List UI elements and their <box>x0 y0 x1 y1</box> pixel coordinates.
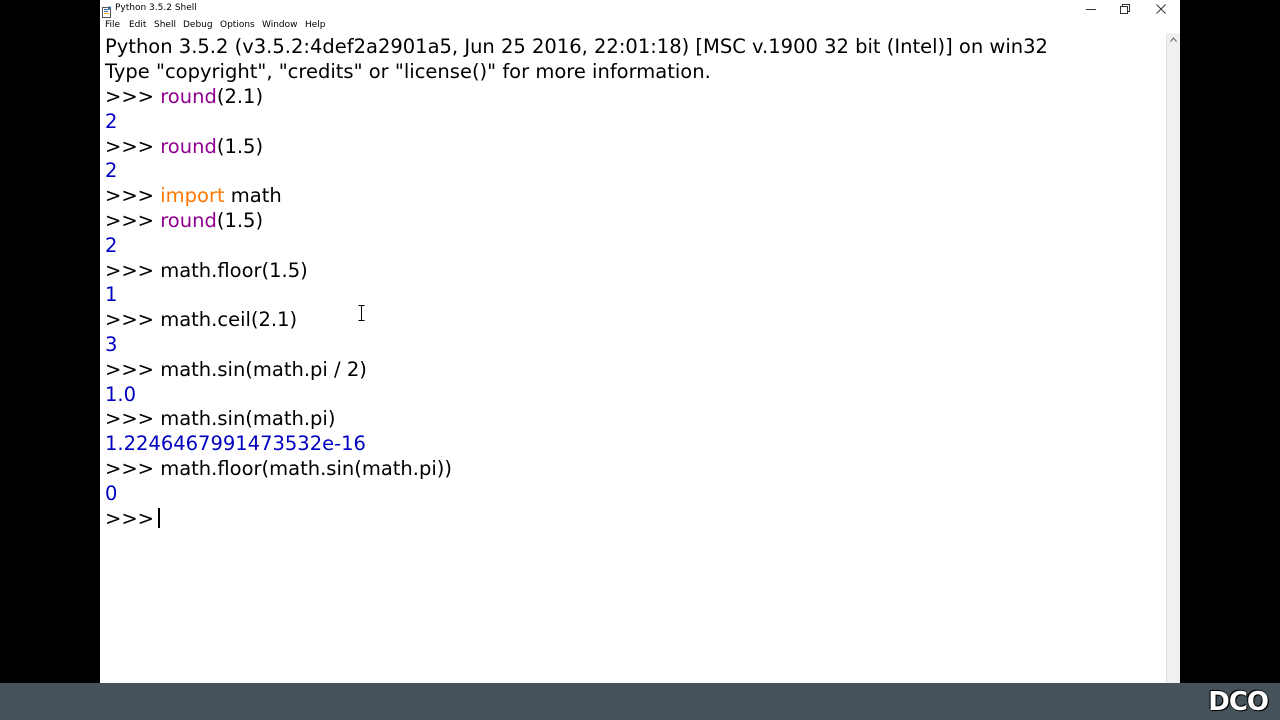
shell-input-line: >>> math.sin(math.pi / 2) <box>105 358 367 382</box>
title-bar: Python 3.5.2 Shell <box>100 0 1180 18</box>
shell-code-token: math.ceil(2.1) <box>160 308 298 332</box>
shell-output-line: 1.2246467991473532e-16 <box>105 432 366 456</box>
shell-code-token: math <box>224 184 282 208</box>
watermark-logo: DCO <box>1208 687 1269 717</box>
shell-active-prompt-line[interactable]: >>> <box>105 506 161 531</box>
shell-output-line: 3 <box>105 333 118 356</box>
shell-code-token: round <box>160 134 217 158</box>
menu-window[interactable]: Window <box>262 19 298 31</box>
shell-text-area[interactable]: Python 3.5.2 (v3.5.2:4def2a2901a5, Jun 2… <box>100 33 1166 683</box>
shell-input-line: >>> math.floor(math.sin(math.pi)) <box>105 457 452 481</box>
text-cursor-icon <box>358 305 365 321</box>
shell-input-line: >>> import math <box>105 184 282 208</box>
shell-prompt: >>> <box>105 407 161 431</box>
shell-prompt: >>> <box>105 184 161 208</box>
window-title: Python 3.5.2 Shell <box>115 3 197 13</box>
shell-input-line: >>> math.floor(1.5) <box>105 259 308 283</box>
shell-input-line: >>> round(1.5) <box>105 135 263 159</box>
idle-shell-window: Python 3.5.2 Shell File Edit Shell Debug… <box>100 0 1180 683</box>
menu-shell[interactable]: Shell <box>154 19 176 31</box>
text-insertion-caret <box>158 507 161 528</box>
shell-input-line: >>> round(1.5) <box>105 209 263 233</box>
menu-edit[interactable]: Edit <box>129 19 146 31</box>
shell-output-line: 2 <box>105 233 118 257</box>
shell-prompt: >>> <box>105 308 161 332</box>
shell-code-token: math.floor(math.sin(math.pi)) <box>160 457 452 480</box>
shell-output-line: 2 <box>105 159 118 183</box>
restore-button[interactable] <box>1108 0 1142 18</box>
shell-code-token: import <box>160 184 225 208</box>
shell-input-line: >>> round(2.1) <box>105 85 263 109</box>
shell-prompt: >>> <box>105 209 161 232</box>
shell-output-line: 1 <box>105 283 118 307</box>
close-icon <box>1156 4 1166 14</box>
bottom-bar <box>0 683 1280 720</box>
shell-prompt: >>> <box>105 357 161 381</box>
minimize-icon <box>1086 9 1096 10</box>
close-button[interactable] <box>1144 0 1178 18</box>
shell-prompt: >>> <box>105 134 161 158</box>
menu-debug[interactable]: Debug <box>183 19 213 31</box>
python-shell-icon <box>102 3 112 18</box>
shell-prompt: >>> <box>105 258 161 282</box>
menu-help[interactable]: Help <box>305 19 326 31</box>
shell-prompt: >>> <box>105 457 161 480</box>
menu-file[interactable]: File <box>105 19 120 31</box>
shell-input-line: >>> math.sin(math.pi) <box>105 407 335 431</box>
shell-code-token: round <box>160 209 217 232</box>
shell-prompt: >>> <box>105 506 155 530</box>
shell-input-line: >>> math.ceil(2.1) <box>105 308 297 332</box>
shell-code-token: math.sin(math.pi) <box>160 407 336 431</box>
shell-code-token: math.sin(math.pi / 2) <box>160 357 367 381</box>
vertical-scrollbar[interactable] <box>1166 33 1180 683</box>
shell-prompt: >>> <box>105 85 161 108</box>
restore-icon <box>1120 4 1130 14</box>
menu-bar: File Edit Shell Debug Options Window Hel… <box>100 18 1180 32</box>
shell-output-line: 0 <box>105 481 118 505</box>
scroll-up-arrow-icon[interactable] <box>1170 37 1177 42</box>
shell-code-token: (1.5) <box>216 134 264 158</box>
menu-options[interactable]: Options <box>220 19 255 31</box>
shell-banner-line: Type "copyright", "credits" or "license(… <box>105 60 711 83</box>
shell-code-token: (1.5) <box>216 209 264 232</box>
shell-code-token: (2.1) <box>216 85 264 108</box>
shell-output-line: 2 <box>105 109 118 133</box>
shell-code-token: round <box>160 85 217 108</box>
shell-banner-line: Python 3.5.2 (v3.5.2:4def2a2901a5, Jun 2… <box>105 35 1048 58</box>
shell-code-token: math.floor(1.5) <box>160 258 308 282</box>
minimize-button[interactable] <box>1074 0 1108 18</box>
shell-output-line: 1.0 <box>105 382 137 406</box>
